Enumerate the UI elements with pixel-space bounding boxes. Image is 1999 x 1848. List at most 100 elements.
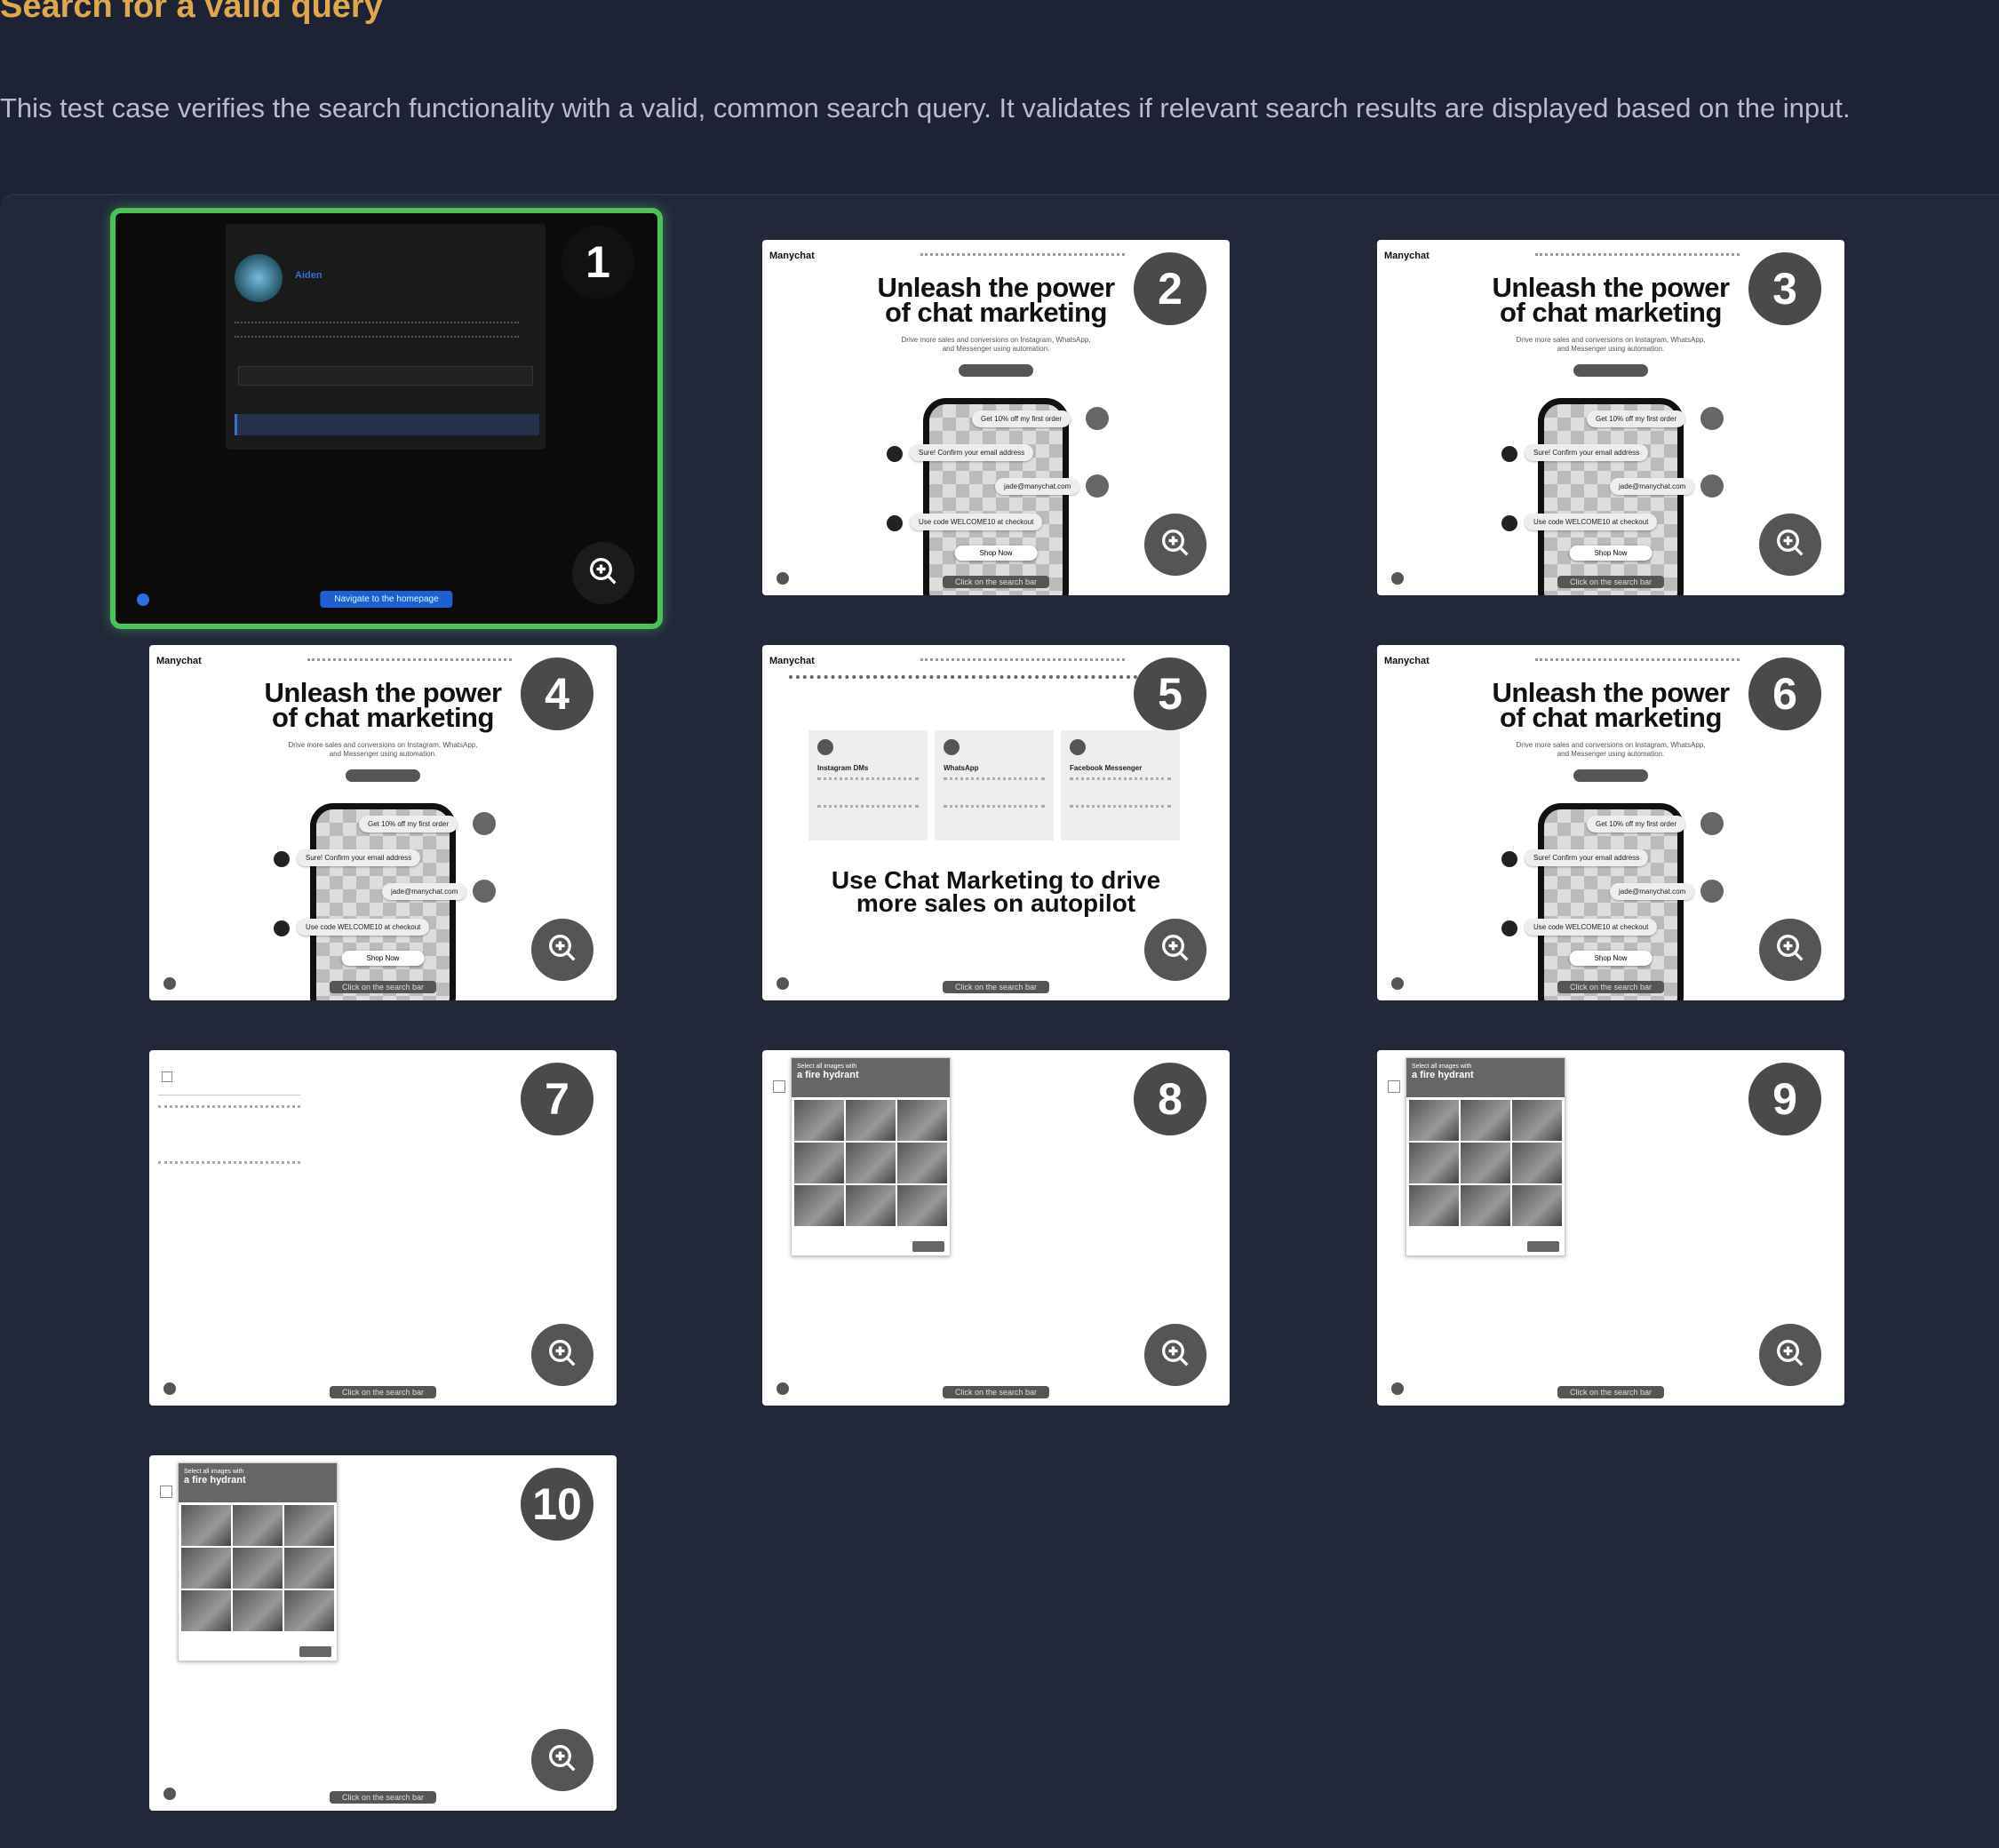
thumb-bubble-confirm: Sure! Confirm your email address	[1525, 444, 1649, 461]
zoom-in-button[interactable]	[531, 919, 593, 981]
captcha-tile	[846, 1185, 896, 1226]
thumb-feature-title: WhatsApp	[944, 764, 979, 772]
thumb-logo: Manychat	[156, 656, 202, 666]
captcha-tile	[181, 1505, 231, 1546]
thumb-logo: Manychat	[1384, 251, 1430, 261]
thumb-status-dot	[777, 572, 789, 585]
thumb-feature-icon	[944, 739, 960, 755]
zoom-in-button[interactable]	[1759, 514, 1821, 576]
thumb-bubble-code: Use code WELCOME10 at checkout	[297, 919, 430, 936]
captcha-verify-button	[912, 1241, 944, 1252]
thumb-feature-text	[944, 777, 1045, 808]
captcha-tile	[1512, 1185, 1562, 1226]
thumb-logo: Manychat	[769, 251, 815, 261]
captcha-checkbox	[160, 1486, 172, 1498]
thumb-bubble-confirm: Sure! Confirm your email address	[910, 444, 1034, 461]
thumb-avatar	[1700, 407, 1724, 430]
zoom-in-icon	[545, 1335, 580, 1375]
step-number-badge: 8	[1134, 1063, 1207, 1135]
step-caption: Click on the search bar	[942, 981, 1050, 993]
thumb-phone	[923, 398, 1069, 595]
thumb-bubble-email: jade@manychat.com	[382, 883, 467, 900]
step-number-badge: 3	[1748, 252, 1821, 325]
thumb-status-dot	[777, 1382, 789, 1395]
step-caption: Click on the search bar	[1557, 1386, 1665, 1398]
thumb-bot-icon	[1501, 515, 1517, 531]
thumb-status-dot	[163, 977, 176, 990]
thumb-subtitle-line2: and Messenger using automation.	[1557, 345, 1665, 353]
page-title: Search for a valid query	[0, 0, 383, 25]
recaptcha-checkbox	[162, 1071, 172, 1082]
step-caption: Click on the search bar	[329, 981, 437, 993]
thumb-shop-button: Shop Now	[341, 951, 425, 966]
zoom-in-button[interactable]	[1144, 1324, 1207, 1386]
zoom-in-button[interactable]	[531, 1729, 593, 1791]
thumb-shop-button: Shop Now	[1569, 951, 1653, 966]
captcha-tile	[794, 1100, 844, 1141]
captcha-header: Select all images with a fire hydrant	[792, 1058, 950, 1097]
zoom-in-button[interactable]	[1144, 514, 1207, 576]
thumb-avatar	[1700, 812, 1724, 835]
thumb-subtitle: Drive more sales and conversions on Inst…	[1377, 336, 1844, 354]
zoom-in-button[interactable]	[572, 542, 634, 604]
step-caption: Click on the search bar	[942, 1386, 1050, 1398]
captcha-tile	[284, 1548, 334, 1589]
captcha-checkbox	[773, 1080, 785, 1093]
captcha-verify-button	[299, 1646, 331, 1657]
thumb-nav-links	[307, 658, 512, 665]
captcha-challenge: Select all images with a fire hydrant	[1406, 1057, 1565, 1256]
step-screenshot-card[interactable]: Manychat Unleash the power of chat marke…	[149, 645, 617, 1000]
thumb-bot-icon	[1501, 851, 1517, 867]
zoom-in-button[interactable]	[1144, 919, 1207, 981]
step-screenshot-card[interactable]: Click on the search bar 7	[149, 1050, 617, 1406]
captcha-tile	[181, 1548, 231, 1589]
captcha-challenge: Select all images with a fire hydrant	[178, 1462, 338, 1661]
thumb-phone	[310, 803, 456, 1000]
thumb-recaptcha	[158, 1059, 300, 1095]
screenshot-gallery: Aiden Navigate to the homepage 1 Manychat…	[0, 194, 1999, 1848]
thumb-bubble-offer: Get 10% off my first order	[1587, 410, 1685, 427]
thumb-subtitle-line1: Drive more sales and conversions on Inst…	[1516, 741, 1706, 749]
captcha-tile	[233, 1548, 283, 1589]
thumb-avatar	[1700, 880, 1724, 903]
step-screenshot-card[interactable]: Select all images with a fire hydrant Cl…	[149, 1455, 617, 1811]
thumb-bot-icon	[1501, 920, 1517, 936]
captcha-tile	[846, 1143, 896, 1183]
thumb-subtitle-line1: Drive more sales and conversions on Inst…	[1516, 336, 1706, 344]
zoom-in-button[interactable]	[1759, 1324, 1821, 1386]
step-number-badge: 4	[521, 657, 593, 730]
thumb-shop-button: Shop Now	[954, 546, 1038, 561]
thumb-status-dot	[1391, 977, 1404, 990]
thumb-status-dot	[163, 1788, 176, 1800]
step-screenshot-card[interactable]: Select all images with a fire hydrant Cl…	[1377, 1050, 1844, 1406]
thumb-cta-button	[959, 364, 1033, 377]
step-screenshot-card[interactable]: Manychat Instagram DMs WhatsApp Facebook…	[762, 645, 1230, 1000]
thumb-cta-button	[1573, 769, 1648, 782]
step-screenshot-card[interactable]: Manychat Unleash the power of chat marke…	[1377, 240, 1844, 595]
step-screenshot-card[interactable]: Select all images with a fire hydrant Cl…	[762, 1050, 1230, 1406]
thumb-avatar	[473, 880, 496, 903]
step-screenshot-card[interactable]: Manychat Unleash the power of chat marke…	[762, 240, 1230, 595]
thumb-feature-title: Facebook Messenger	[1070, 764, 1143, 772]
thumb-feature-text	[817, 777, 919, 808]
thumb-user-avatar	[235, 254, 283, 302]
captcha-title-small: Select all images with	[184, 1469, 244, 1475]
thumb-bot-icon	[887, 515, 903, 531]
captcha-header: Select all images with a fire hydrant	[1406, 1058, 1565, 1097]
thumb-avatar	[1086, 407, 1109, 430]
thumb-subtitle: Drive more sales and conversions on Inst…	[149, 741, 617, 759]
step-screenshot-card[interactable]: Aiden Navigate to the homepage 1	[110, 208, 663, 629]
thumb-subtitle-line2: and Messenger using automation.	[942, 345, 1050, 353]
captcha-tile	[1512, 1100, 1562, 1141]
step-caption: Click on the search bar	[329, 1386, 437, 1398]
step-screenshot-card[interactable]: Manychat Unleash the power of chat marke…	[1377, 645, 1844, 1000]
zoom-in-button[interactable]	[1759, 919, 1821, 981]
thumb-logo-strip	[789, 675, 1180, 691]
thumb-bubble-confirm: Sure! Confirm your email address	[1525, 849, 1649, 866]
captcha-title-small: Select all images with	[1412, 1063, 1472, 1070]
thumb-status-bar	[235, 414, 539, 435]
step-number-badge: 10	[521, 1468, 593, 1541]
thumb-feature-card: WhatsApp	[935, 730, 1054, 840]
zoom-in-button[interactable]	[531, 1324, 593, 1386]
thumb-status-dot	[777, 977, 789, 990]
